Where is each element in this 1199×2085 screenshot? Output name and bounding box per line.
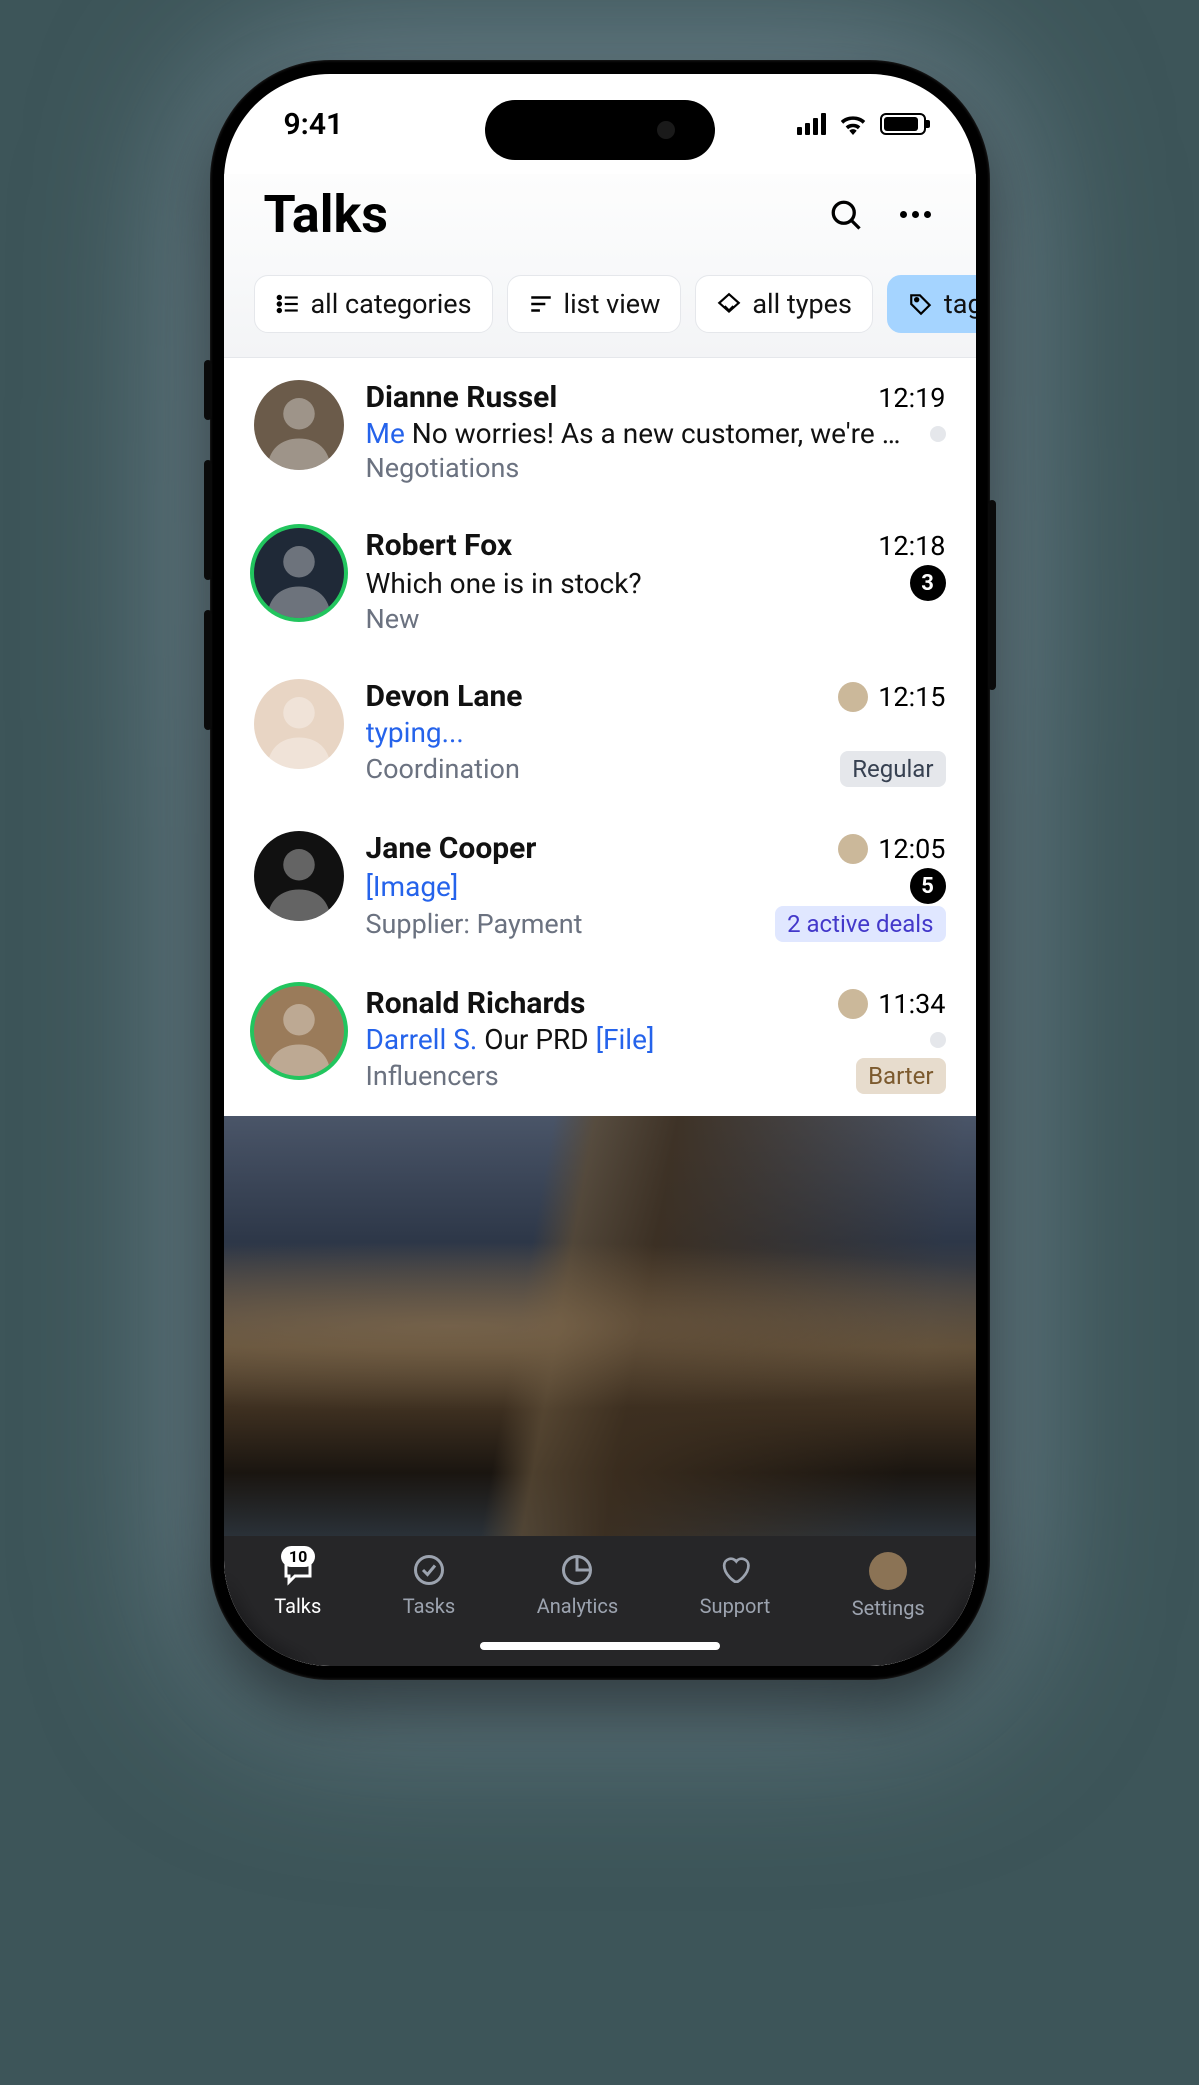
chat-tag: Regular [840,751,945,787]
phone-frame: 9:41 Talks all categories list vie [210,60,990,1680]
assignee-avatar [838,989,868,1019]
chat-tag: 2 active deals [775,906,945,942]
avatar[interactable] [254,986,344,1076]
chat-category: Coordination [366,753,520,785]
filter-tag[interactable]: tag [887,275,976,333]
filter-categories[interactable]: all categories [254,275,493,333]
chat-preview: Me No worries! As a new customer, we're … [366,417,920,450]
chat-preview: [Image] [366,870,900,903]
cellular-icon [797,113,826,135]
page-title: Talks [264,184,388,245]
filter-label: all types [752,288,852,320]
background-image [224,1116,976,1536]
tab-analytics[interactable]: Analytics [537,1552,619,1618]
app-header: Talks [224,174,976,265]
avatar-icon [869,1552,907,1590]
list-filter-icon [275,291,301,317]
wifi-icon [838,113,868,135]
filter-bar: all categories list view all types tag [224,265,976,358]
tab-label: Analytics [537,1594,619,1618]
tab-talks[interactable]: 10 Talks [274,1552,321,1618]
unread-badge: 3 [910,565,946,601]
chat-name: Dianne Russel [366,380,558,415]
avatar[interactable] [254,528,344,618]
filter-label: all categories [311,288,472,320]
filter-label: tag [944,288,976,320]
chat-row[interactable]: Jane Cooper 12:05 [Image] 5 Supplier: Paymen… [224,809,976,964]
types-icon [716,291,742,317]
chat-list[interactable]: Dianne Russel 12:19Me No worries! As a ne… [224,358,976,1536]
status-dot [930,1032,946,1048]
talks-badge: 10 [281,1546,315,1567]
chat-row[interactable]: Robert Fox 12:18 Which one is in stock? 3 Ne… [224,506,976,657]
chat-name: Devon Lane [366,679,523,714]
chat-category: Supplier: Payment [366,908,583,940]
chat-name: Jane Cooper [366,831,537,866]
chat-category: New [366,603,420,635]
heart-icon [715,1552,755,1588]
chat-time: 12:19 [878,382,945,414]
chat-time: 12:15 [878,681,945,713]
chat-time: 11:34 [878,988,945,1020]
filter-label: list view [564,288,661,320]
chat-category: Negotiations [366,452,520,484]
dynamic-island [485,100,715,160]
status-time: 9:41 [284,107,344,142]
tab-label: Settings [852,1596,925,1620]
pie-chart-icon [557,1552,597,1588]
tab-support[interactable]: Support [700,1552,771,1618]
chat-preview: Which one is in stock? [366,567,900,600]
chat-preview: typing... [366,716,946,749]
chat-row[interactable]: Dianne Russel 12:19Me No worries! As a ne… [224,358,976,506]
tag-icon [908,291,934,317]
filter-types[interactable]: all types [695,275,873,333]
tab-label: Tasks [403,1594,456,1618]
chat-row[interactable]: Devon Lane 12:15typing... Coordination Regu… [224,657,976,809]
check-circle-icon [409,1552,449,1588]
tab-label: Support [700,1594,771,1618]
avatar[interactable] [254,679,344,769]
filter-listview[interactable]: list view [507,275,682,333]
chat-tag: Barter [856,1058,945,1094]
unread-badge: 5 [910,868,946,904]
status-dot [930,426,946,442]
tab-label: Talks [274,1594,321,1618]
chat-row[interactable]: Ronald Richards 11:34Darrell S. Our PRD [… [224,964,976,1116]
assignee-avatar [838,682,868,712]
tab-settings[interactable]: Settings [852,1552,925,1620]
chat-name: Robert Fox [366,528,513,563]
chat-name: Ronald Richards [366,986,586,1021]
home-indicator[interactable] [480,1642,720,1650]
list-view-icon [528,291,554,317]
chat-preview: Darrell S. Our PRD [File] [366,1023,920,1056]
search-icon[interactable] [828,197,864,233]
battery-icon [880,113,926,135]
chat-time: 12:18 [878,530,945,562]
more-icon[interactable] [900,197,936,233]
chat-time: 12:05 [878,833,945,865]
avatar[interactable] [254,380,344,470]
assignee-avatar [838,834,868,864]
tab-tasks[interactable]: Tasks [403,1552,456,1618]
chat-category: Influencers [366,1060,499,1092]
avatar[interactable] [254,831,344,921]
